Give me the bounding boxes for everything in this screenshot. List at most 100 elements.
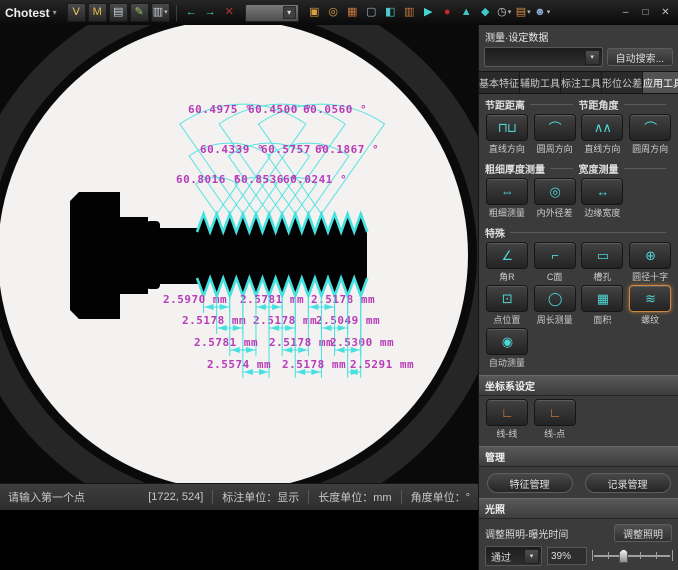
folder-icon[interactable]: M bbox=[88, 3, 107, 22]
annotation-unit-status: 标注单位：显示 bbox=[222, 489, 299, 505]
app-menu-button[interactable]: Chotest ▾ bbox=[5, 6, 57, 20]
point-position-icon: ⊡ bbox=[486, 285, 528, 312]
minimize-button[interactable]: – bbox=[618, 6, 633, 20]
measurement-canvas[interactable]: 60.4975 °60.4500 °60.0560 °60.4339 °60.5… bbox=[0, 25, 478, 483]
light-mode-value: 通过 bbox=[491, 549, 511, 564]
c-face-icon: ⌐ bbox=[534, 242, 576, 269]
tool-线-线[interactable]: ∟线-线 bbox=[484, 399, 530, 440]
print-icon[interactable]: ▥▾ bbox=[151, 3, 170, 22]
tool-点位置[interactable]: ⊡点位置 bbox=[484, 285, 530, 326]
light-adjust-label: 调整照明-曝光时间 bbox=[485, 526, 568, 541]
barcode-icon[interactable]: ▥ bbox=[401, 4, 418, 21]
corner-r-icon: ∠ bbox=[486, 242, 528, 269]
feature-select-row: ▾ 自动搜索... bbox=[479, 47, 678, 71]
tab-基本特征[interactable]: 基本特征 bbox=[479, 72, 520, 93]
pitch-angle-linear-icon: ∧∧ bbox=[581, 114, 623, 141]
region-detect-icon[interactable]: ▲ bbox=[458, 4, 475, 21]
manage-button-特征管理[interactable]: 特征管理 bbox=[487, 473, 573, 493]
back-arrow-icon[interactable]: ← bbox=[183, 4, 200, 21]
color-detect-icon[interactable]: ◆ bbox=[477, 4, 494, 21]
angle-measurement-label: 60.1867 ° bbox=[315, 143, 379, 156]
pitch-measurement-label: 2.5178 mm bbox=[253, 314, 317, 327]
tool-直线方向[interactable]: ∧∧直线方向 bbox=[580, 114, 626, 155]
close-button[interactable]: ✕ bbox=[658, 6, 673, 20]
user-icon[interactable]: ☻▾ bbox=[534, 4, 551, 21]
tool-边缘宽度[interactable]: ↔边缘宽度 bbox=[580, 178, 626, 219]
photo-icon[interactable]: ▣ bbox=[306, 4, 323, 21]
pitch-distance-circular-icon: ⌒ bbox=[534, 114, 576, 141]
perimeter-measure-icon: ◯ bbox=[534, 285, 576, 312]
pitch-measurement-label: 2.5178 mm bbox=[269, 336, 333, 349]
tool-槽孔[interactable]: ▭槽孔 bbox=[580, 242, 626, 283]
light-percent-field[interactable]: 39% bbox=[547, 547, 587, 565]
tool-线-点[interactable]: ∟线-点 bbox=[532, 399, 578, 440]
toolbar-separator bbox=[176, 5, 177, 21]
tool-面积[interactable]: ▦面积 bbox=[580, 285, 626, 326]
slider-thumb[interactable] bbox=[619, 549, 628, 563]
tab-应用工具[interactable]: 应用工具 bbox=[643, 72, 678, 93]
status-bar: 请输入第一个点 [1722, 524] 标注单位：显示 长度单位：mm 角度单位… bbox=[0, 483, 478, 510]
tool-label: 点位置 bbox=[493, 313, 520, 326]
maximize-button[interactable]: □ bbox=[638, 6, 653, 20]
workspace-column: 60.4975 °60.4500 °60.0560 °60.4339 °60.5… bbox=[0, 25, 478, 570]
display-icon[interactable]: ▢ bbox=[363, 4, 380, 21]
play-icon[interactable]: ▶ bbox=[420, 4, 437, 21]
history-icon[interactable]: ◷▾ bbox=[496, 4, 513, 21]
tool-label: 粗细测量 bbox=[489, 206, 525, 219]
pitch-measurement-label: 2.5291 mm bbox=[350, 358, 414, 371]
camera-view[interactable]: 60.4975 °60.4500 °60.0560 °60.4339 °60.5… bbox=[0, 25, 478, 483]
main-area: 60.4975 °60.4500 °60.0560 °60.4339 °60.5… bbox=[0, 25, 678, 570]
tab-形位公差[interactable]: 形位公差 bbox=[602, 72, 643, 93]
tab-标注工具[interactable]: 标注工具 bbox=[561, 72, 602, 93]
camera-icon[interactable]: ◧ bbox=[382, 4, 399, 21]
light-intensity-slider[interactable] bbox=[592, 547, 672, 565]
chevron-down-icon: ▾ bbox=[524, 549, 539, 564]
coord-tools: ∟线-线∟线-点 bbox=[479, 398, 678, 443]
record-icon[interactable]: ● bbox=[439, 4, 456, 21]
manage-button-记录管理[interactable]: 记录管理 bbox=[585, 473, 671, 493]
light-mode-select[interactable]: 通过 ▾ bbox=[485, 546, 542, 566]
edge-width-icon: ↔ bbox=[581, 178, 623, 205]
slider-tick bbox=[672, 550, 673, 561]
edit-note-icon[interactable]: ✎ bbox=[130, 3, 149, 22]
tool-label: 直线方向 bbox=[489, 142, 525, 155]
tool-label: 圆周方向 bbox=[537, 142, 573, 155]
right-panel: 测量·设定数据 ▾ 自动搜索... 基本特征辅助工具标注工具形位公差应用工具 节… bbox=[478, 25, 678, 570]
tool-C面[interactable]: ⌐C面 bbox=[532, 242, 578, 283]
tool-内外径差[interactable]: ◎内外径差 bbox=[532, 178, 578, 219]
zoom-search-icon[interactable]: ◎ bbox=[325, 4, 342, 21]
feature-select[interactable]: ▾ bbox=[484, 47, 603, 67]
tool-周长测量[interactable]: ◯周长测量 bbox=[532, 285, 578, 326]
tool-螺纹[interactable]: ≋螺纹 bbox=[627, 285, 673, 326]
adjust-light-button[interactable]: 调整照明 bbox=[614, 524, 672, 542]
auto-measure-icon: ◉ bbox=[486, 328, 528, 355]
tool-粗细测量[interactable]: ⇔粗细测量 bbox=[484, 178, 530, 219]
vector-file-icon[interactable]: V bbox=[67, 3, 86, 22]
tool-圆径十字[interactable]: ⊕圆径十字 bbox=[627, 242, 673, 283]
pitch-measurement-label: 2.5178 mm bbox=[182, 314, 246, 327]
tool-label: 圆周方向 bbox=[632, 142, 668, 155]
slider-tick bbox=[592, 550, 593, 561]
tool-圆周方向[interactable]: ⌒圆周方向 bbox=[532, 114, 578, 155]
pitch-measurement-label: 2.5970 mm bbox=[163, 293, 227, 306]
diameter-difference-icon: ◎ bbox=[534, 178, 576, 205]
pitch-measurement-label: 2.5781 mm bbox=[194, 336, 258, 349]
grid-view-icon[interactable]: ▦ bbox=[344, 4, 361, 21]
save-icon[interactable]: ▤ bbox=[109, 3, 128, 22]
pitch-angle-circular-icon: ⌒ bbox=[629, 114, 671, 141]
auto-search-button[interactable]: 自动搜索... bbox=[607, 48, 673, 66]
tool-圆周方向[interactable]: ⌒圆周方向 bbox=[627, 114, 673, 155]
angle-measurement-label: 60.4975 ° bbox=[188, 103, 252, 116]
chevron-down-icon: ▾ bbox=[585, 50, 600, 65]
status-separator bbox=[308, 490, 309, 504]
tool-直线方向[interactable]: ⊓⊔直线方向 bbox=[484, 114, 530, 155]
tool-角R[interactable]: ∠角R bbox=[484, 242, 530, 283]
pitch-measurement-label: 2.5178 mm bbox=[311, 293, 375, 306]
delete-icon[interactable]: ✕ bbox=[221, 4, 238, 21]
tool-自动测量[interactable]: ◉自动测量 bbox=[484, 328, 530, 369]
layers-icon[interactable]: ▤▾ bbox=[515, 4, 532, 21]
preset-dropdown[interactable]: ▾ bbox=[245, 4, 299, 22]
forward-arrow-icon[interactable]: → bbox=[202, 4, 219, 21]
coord-section-header: 坐标系设定 bbox=[479, 375, 678, 396]
tab-辅助工具[interactable]: 辅助工具 bbox=[520, 72, 561, 93]
